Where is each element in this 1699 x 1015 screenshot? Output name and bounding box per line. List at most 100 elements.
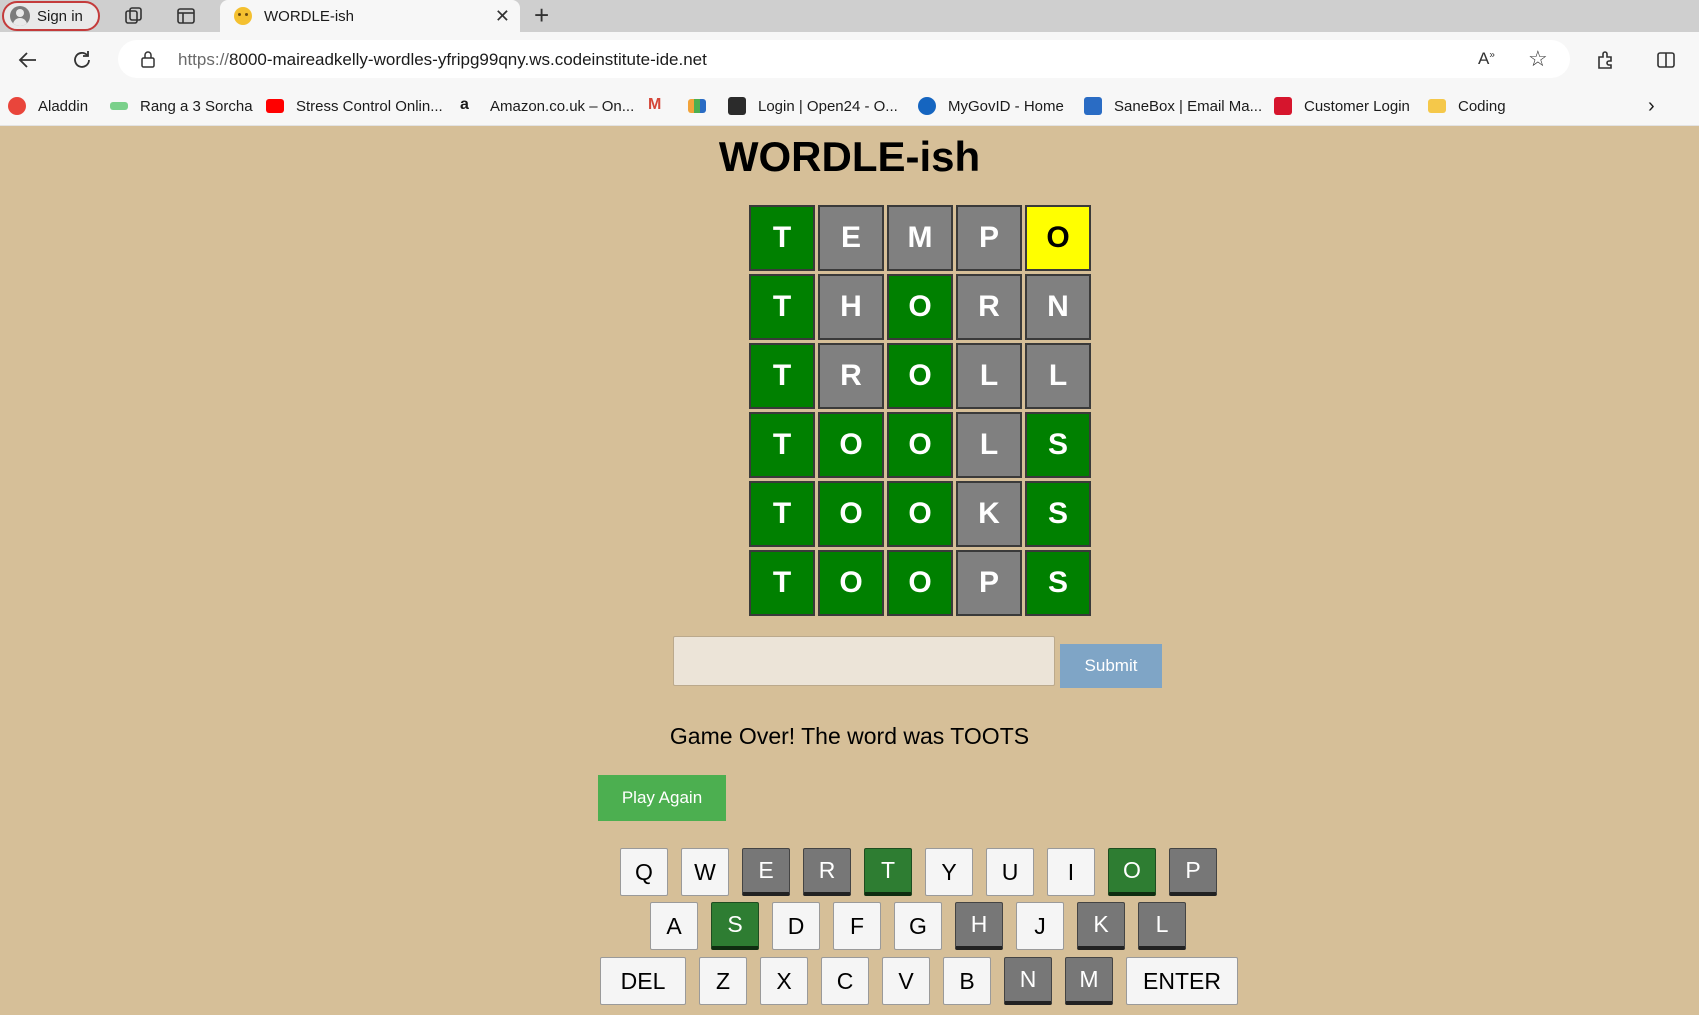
- key-a[interactable]: A: [650, 902, 698, 950]
- bookmark-coding-folder[interactable]: Coding: [1428, 95, 1506, 117]
- open24-icon: [728, 97, 746, 115]
- tab-wordle-ish[interactable]: WORDLE-ish ✕: [220, 0, 520, 32]
- game-over-message: Game Over! The word was TOOTS: [669, 723, 1030, 749]
- bookmark-label: Aladdin: [38, 97, 89, 115]
- grid-tile: S: [1025, 481, 1091, 547]
- grid-tile: K: [956, 481, 1022, 547]
- read-aloud-icon[interactable]: A»: [1478, 49, 1495, 69]
- key-o[interactable]: O: [1108, 848, 1156, 896]
- grid-tile: S: [1025, 412, 1091, 478]
- grid-tile: O: [887, 550, 953, 616]
- bookmark-gmail[interactable]: M: [648, 95, 678, 117]
- lock-icon[interactable]: [140, 50, 156, 73]
- new-tab-icon[interactable]: +: [534, 2, 549, 28]
- key-b[interactable]: B: [943, 957, 991, 1005]
- bookmark-label: Amazon.co.uk – On...: [490, 97, 635, 115]
- key-r[interactable]: R: [803, 848, 851, 896]
- grid-tile: L: [956, 412, 1022, 478]
- grid-tile: P: [956, 205, 1022, 271]
- tab-title: WORDLE-ish: [264, 7, 355, 25]
- thinking-emoji-icon: [234, 7, 252, 25]
- grid-tile: O: [887, 274, 953, 340]
- grid-tile: O: [887, 343, 953, 409]
- key-enter[interactable]: ENTER: [1126, 957, 1238, 1005]
- key-l[interactable]: L: [1138, 902, 1186, 950]
- key-x[interactable]: X: [760, 957, 808, 1005]
- grid-tile: O: [818, 412, 884, 478]
- back-icon[interactable]: [14, 46, 42, 74]
- bookmarks-overflow-chevron-icon[interactable]: ›: [1648, 95, 1655, 117]
- key-w[interactable]: W: [681, 848, 729, 896]
- tab-actions-icon[interactable]: [174, 4, 198, 28]
- grid-tile: E: [818, 205, 884, 271]
- grid-tile: T: [749, 343, 815, 409]
- grid-tile: O: [887, 481, 953, 547]
- browser-tab-bar: Sign in WORDLE-ish ✕ +: [0, 0, 1699, 32]
- key-k[interactable]: K: [1077, 902, 1125, 950]
- bookmark-analytics[interactable]: [688, 95, 718, 117]
- grid-tile: L: [1025, 343, 1091, 409]
- play-again-button[interactable]: Play Again: [598, 775, 726, 821]
- grid-tile: O: [818, 481, 884, 547]
- bookmark-label: Rang a 3 Sorcha: [140, 97, 253, 115]
- key-h[interactable]: H: [955, 902, 1003, 950]
- url-scheme: https://: [178, 50, 230, 69]
- bookmark-aladdin[interactable]: Aladdin: [8, 95, 88, 117]
- bookmark-rang-a-3-sorcha[interactable]: Rang a 3 Sorcha: [110, 95, 253, 117]
- key-i[interactable]: I: [1047, 848, 1095, 896]
- key-g[interactable]: G: [894, 902, 942, 950]
- gmail-icon: M: [648, 96, 662, 113]
- bookmark-label: SaneBox | Email Ma...: [1114, 97, 1263, 115]
- grid-tile: R: [956, 274, 1022, 340]
- url-text[interactable]: https://8000-maireadkelly-wordles-yfripg…: [178, 50, 707, 70]
- grid-tile: P: [956, 550, 1022, 616]
- key-del[interactable]: DEL: [600, 957, 686, 1005]
- key-v[interactable]: V: [882, 957, 930, 1005]
- key-c[interactable]: C: [821, 957, 869, 1005]
- key-e[interactable]: E: [742, 848, 790, 896]
- bookmark-sanebox[interactable]: SaneBox | Email Ma...: [1084, 95, 1262, 117]
- key-y[interactable]: Y: [925, 848, 973, 896]
- favorite-star-icon[interactable]: ☆: [1528, 46, 1548, 72]
- key-u[interactable]: U: [986, 848, 1034, 896]
- bookmark-open24[interactable]: Login | Open24 - O...: [728, 95, 898, 117]
- guess-input[interactable]: [673, 636, 1055, 686]
- key-n[interactable]: N: [1004, 957, 1052, 1005]
- key-m[interactable]: M: [1065, 957, 1113, 1005]
- browser-nav-bar: https://8000-maireadkelly-wordles-yfripg…: [0, 32, 1699, 86]
- extensions-icon[interactable]: [1592, 46, 1620, 74]
- bookmark-amazon[interactable]: a Amazon.co.uk – On...: [460, 95, 634, 117]
- grid-tile: T: [749, 481, 815, 547]
- refresh-icon[interactable]: [68, 46, 96, 74]
- key-q[interactable]: Q: [620, 848, 668, 896]
- bookmark-label: Coding: [1458, 97, 1506, 115]
- customer-login-icon: [1274, 97, 1292, 115]
- submit-button[interactable]: Submit: [1060, 644, 1162, 688]
- bow-icon: [110, 102, 128, 110]
- key-s[interactable]: S: [711, 902, 759, 950]
- profile-icon: [10, 6, 30, 26]
- analytics-icon: [688, 99, 706, 113]
- key-f[interactable]: F: [833, 902, 881, 950]
- folder-icon: [1428, 99, 1446, 113]
- address-bar[interactable]: https://8000-maireadkelly-wordles-yfripg…: [118, 40, 1570, 78]
- key-j[interactable]: J: [1016, 902, 1064, 950]
- sign-in-button[interactable]: Sign in: [2, 1, 100, 31]
- grid-tile: S: [1025, 550, 1091, 616]
- bookmark-mygovid[interactable]: MyGovID - Home: [918, 95, 1064, 117]
- key-p[interactable]: P: [1169, 848, 1217, 896]
- key-t[interactable]: T: [864, 848, 912, 896]
- bookmark-customer-login[interactable]: Customer Login: [1274, 95, 1410, 117]
- key-d[interactable]: D: [772, 902, 820, 950]
- split-screen-icon[interactable]: [1652, 46, 1680, 74]
- grid-tile: O: [1025, 205, 1091, 271]
- bookmark-stress-control[interactable]: Stress Control Onlin...: [266, 95, 443, 117]
- aladdin-icon: [8, 97, 26, 115]
- grid-tile: O: [818, 550, 884, 616]
- grid-tile: M: [887, 205, 953, 271]
- wordle-page: WORDLE-ish TEMPOTHORNTROLLTOOLSTOOKSTOOP…: [0, 127, 1699, 1015]
- bookmark-label: Stress Control Onlin...: [296, 97, 443, 115]
- close-tab-icon[interactable]: ✕: [495, 6, 510, 27]
- key-z[interactable]: Z: [699, 957, 747, 1005]
- workspaces-icon[interactable]: [122, 4, 146, 28]
